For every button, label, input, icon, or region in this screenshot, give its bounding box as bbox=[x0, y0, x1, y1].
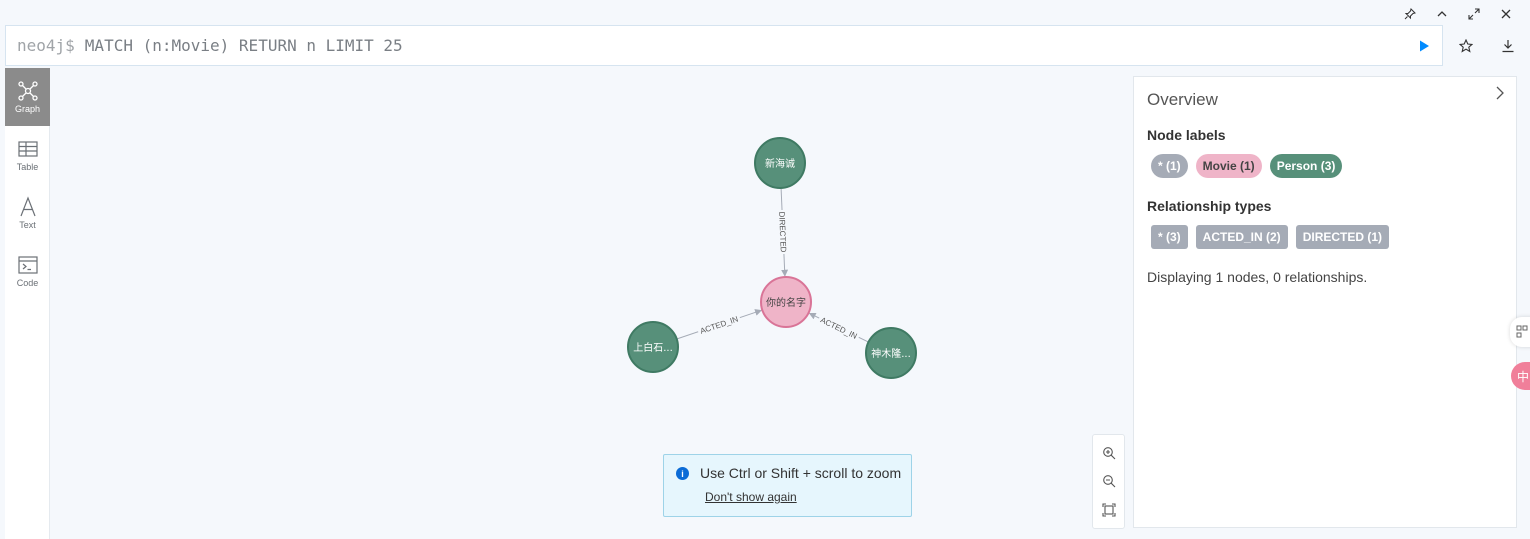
graph-icon bbox=[17, 81, 38, 101]
relationship-types-heading: Relationship types bbox=[1147, 198, 1272, 214]
node-label-chip-movie[interactable]: Movie (1) bbox=[1195, 154, 1262, 178]
zoom-out-button[interactable] bbox=[1099, 471, 1119, 491]
sidebar-item-label: Graph bbox=[14, 104, 40, 114]
zoom-in-icon bbox=[1102, 447, 1115, 460]
zoom-in-button[interactable] bbox=[1099, 443, 1119, 463]
relationship-label: DIRECTED bbox=[777, 211, 788, 252]
relationship-label: ACTED_IN bbox=[699, 314, 740, 335]
node-label-chip-all[interactable]: * (1) bbox=[1151, 154, 1188, 178]
node-caption: 你的名字 bbox=[766, 296, 806, 309]
overview-status: Displaying 1 nodes, 0 relationships. bbox=[1147, 269, 1368, 285]
chevron-up-icon[interactable] bbox=[1426, 5, 1458, 23]
run-icon bbox=[1420, 40, 1429, 52]
fit-to-screen-button[interactable] bbox=[1099, 500, 1119, 520]
close-icon[interactable] bbox=[1490, 5, 1522, 23]
sidebar-item-table[interactable]: Table bbox=[5, 126, 50, 184]
node-label-chip-person[interactable]: Person (3) bbox=[1269, 154, 1343, 178]
rel-type-chip-all[interactable]: * (3) bbox=[1151, 225, 1188, 249]
graph-canvas[interactable]: DIRECTED ACTED_IN ACTED_IN 新海诚你的名字上白石... 神木… bbox=[51, 68, 1131, 539]
zoom-out-icon bbox=[1102, 475, 1115, 488]
result-view-sidebar: Graph Table Text Code bbox=[5, 68, 50, 539]
editor-actions bbox=[1403, 36, 1529, 56]
run-button[interactable] bbox=[1403, 36, 1445, 56]
sidebar-item-label: Text bbox=[19, 220, 36, 230]
overview-panel: Overview Node labels * (1) Movie (1) Per… bbox=[1133, 76, 1517, 528]
sidebar-item-text[interactable]: Text bbox=[5, 184, 50, 242]
fit-screen-icon bbox=[1101, 503, 1116, 517]
pin-icon[interactable] bbox=[1394, 5, 1426, 23]
sidebar-item-label: Table bbox=[16, 162, 39, 172]
rel-type-chip-acted-in[interactable]: ACTED_IN (2) bbox=[1195, 225, 1288, 249]
node-label-chips: * (1) Movie (1) Person (3) bbox=[1151, 154, 1343, 178]
query-editor[interactable]: neo4j$ MATCH (n:Movie) RETURN n LIMIT 25 bbox=[5, 25, 1443, 66]
sidebar-item-code[interactable]: Code bbox=[5, 242, 50, 300]
floating-tool-tab[interactable] bbox=[1510, 317, 1530, 347]
sidebar-item-graph[interactable]: Graph bbox=[5, 68, 50, 126]
sidebar-item-label: Code bbox=[16, 278, 39, 288]
zoom-tip-banner: i Use Ctrl or Shift + scroll to zoom Don… bbox=[663, 454, 912, 517]
relationship-type-chips: * (3) ACTED_IN (2) DIRECTED (1) bbox=[1151, 225, 1390, 249]
node-labels-heading: Node labels bbox=[1147, 127, 1226, 143]
download-button[interactable] bbox=[1487, 36, 1529, 56]
node-caption: 新海诚 bbox=[765, 157, 795, 170]
code-icon bbox=[17, 256, 38, 274]
dont-show-again-link[interactable]: Don't show again bbox=[705, 490, 797, 504]
editor-prompt: neo4j$ bbox=[17, 36, 75, 55]
zoom-controls bbox=[1092, 434, 1125, 529]
table-icon bbox=[17, 141, 38, 157]
zoom-tip-message: Use Ctrl or Shift + scroll to zoom bbox=[700, 465, 902, 481]
node-caption: 上白石... bbox=[633, 341, 673, 354]
expand-icon[interactable] bbox=[1458, 5, 1490, 23]
text-icon bbox=[19, 196, 36, 217]
overview-title: Overview bbox=[1147, 90, 1218, 109]
node-caption: 神木隆... bbox=[871, 347, 911, 360]
chevron-right-icon[interactable] bbox=[1492, 85, 1508, 101]
info-icon: i bbox=[676, 467, 689, 480]
download-icon bbox=[1502, 40, 1514, 53]
window-controls bbox=[1394, 5, 1522, 23]
grid-icon bbox=[1516, 325, 1528, 338]
star-icon bbox=[1459, 39, 1473, 53]
relationship-label: ACTED_IN bbox=[819, 315, 859, 340]
query-input[interactable]: MATCH (n:Movie) RETURN n LIMIT 25 bbox=[75, 36, 403, 55]
graph-svg[interactable]: DIRECTED ACTED_IN ACTED_IN 新海诚你的名字上白石... 神木… bbox=[51, 68, 1131, 539]
favorite-button[interactable] bbox=[1445, 36, 1487, 56]
rel-type-chip-directed[interactable]: DIRECTED (1) bbox=[1295, 225, 1390, 249]
